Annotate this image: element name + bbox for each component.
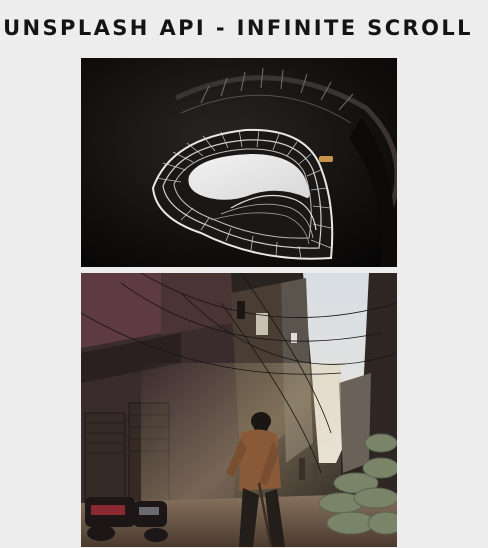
photo-card-alley[interactable] [81, 273, 397, 547]
photo-card-staircase[interactable] [81, 58, 397, 267]
app-page: UNSPLASH API - INFINITE SCROLL [0, 0, 488, 548]
photo-feed[interactable] [81, 58, 397, 547]
page-title: UNSPLASH API - INFINITE SCROLL [3, 16, 473, 40]
alley-photo-image [81, 273, 397, 547]
staircase-photo-image [81, 58, 397, 267]
